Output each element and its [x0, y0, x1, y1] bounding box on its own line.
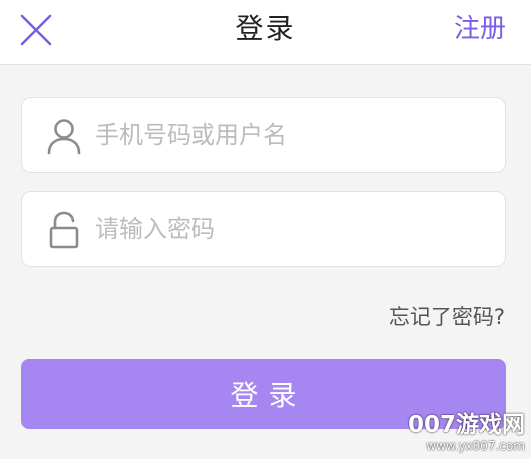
lock-icon [49, 211, 79, 249]
watermark-url: www.yx007.com [426, 439, 525, 453]
login-button[interactable]: 登录 [21, 359, 506, 429]
username-field[interactable] [21, 97, 506, 173]
top-bar: 登录 注册 [0, 0, 531, 65]
password-field[interactable] [21, 191, 506, 267]
username-input[interactable] [95, 112, 485, 158]
user-icon [47, 119, 81, 155]
page-title: 登录 [235, 12, 296, 45]
register-link[interactable]: 注册 [454, 9, 506, 49]
password-input[interactable] [95, 206, 485, 252]
forgot-password-link[interactable]: 忘记了密码? [389, 301, 505, 333]
